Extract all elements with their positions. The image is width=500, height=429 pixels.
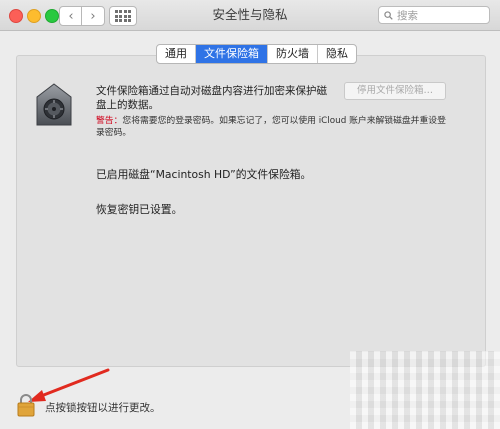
search-field[interactable]: 搜索 xyxy=(378,6,490,24)
lock-hint-text: 点按锁按钮以进行更改。 xyxy=(45,402,161,414)
minimize-window-button[interactable] xyxy=(27,9,41,23)
tab-firewall[interactable]: 防火墙 xyxy=(267,45,317,63)
tab-filevault[interactable]: 文件保险箱 xyxy=(195,45,267,63)
warning-label: 警告： xyxy=(96,116,123,126)
show-all-button[interactable] xyxy=(109,6,137,26)
search-placeholder: 搜索 xyxy=(397,9,418,22)
close-window-button[interactable] xyxy=(9,9,23,23)
search-icon xyxy=(384,10,393,20)
forward-button[interactable]: › xyxy=(81,6,105,26)
watermark-overlay xyxy=(350,351,500,429)
lock-icon[interactable] xyxy=(16,393,36,417)
filevault-description: 文件保险箱通过自动对磁盘内容进行加密来保护磁盘上的数据。 xyxy=(96,85,327,111)
grid-icon xyxy=(114,10,132,22)
warning-message: 警告：您将需要您的登录密码。如果忘记了，您可以使用 iCloud 账户来解锁磁盘… xyxy=(96,115,446,139)
back-button[interactable]: ‹ xyxy=(59,6,83,26)
chevron-left-icon: ‹ xyxy=(68,8,74,24)
tab-bar: 通用 文件保险箱 防火墙 隐私 xyxy=(156,44,357,64)
recovery-key-status: 恢复密钥已设置。 xyxy=(96,203,183,216)
filevault-status: 已启用磁盘“Macintosh HD”的文件保险箱。 xyxy=(96,168,312,181)
chevron-right-icon: › xyxy=(90,8,96,24)
tab-privacy[interactable]: 隐私 xyxy=(317,45,356,63)
title-bar: ‹ › 安全性与隐私 搜索 xyxy=(0,0,500,31)
tab-general[interactable]: 通用 xyxy=(157,45,195,63)
filevault-house-icon xyxy=(36,83,72,126)
zoom-window-button[interactable] xyxy=(45,9,59,23)
warning-text: 您将需要您的登录密码。如果忘记了，您可以使用 iCloud 账户来解锁磁盘并重设… xyxy=(96,116,446,138)
toggle-filevault-button[interactable]: 停用文件保险箱… xyxy=(344,82,446,100)
